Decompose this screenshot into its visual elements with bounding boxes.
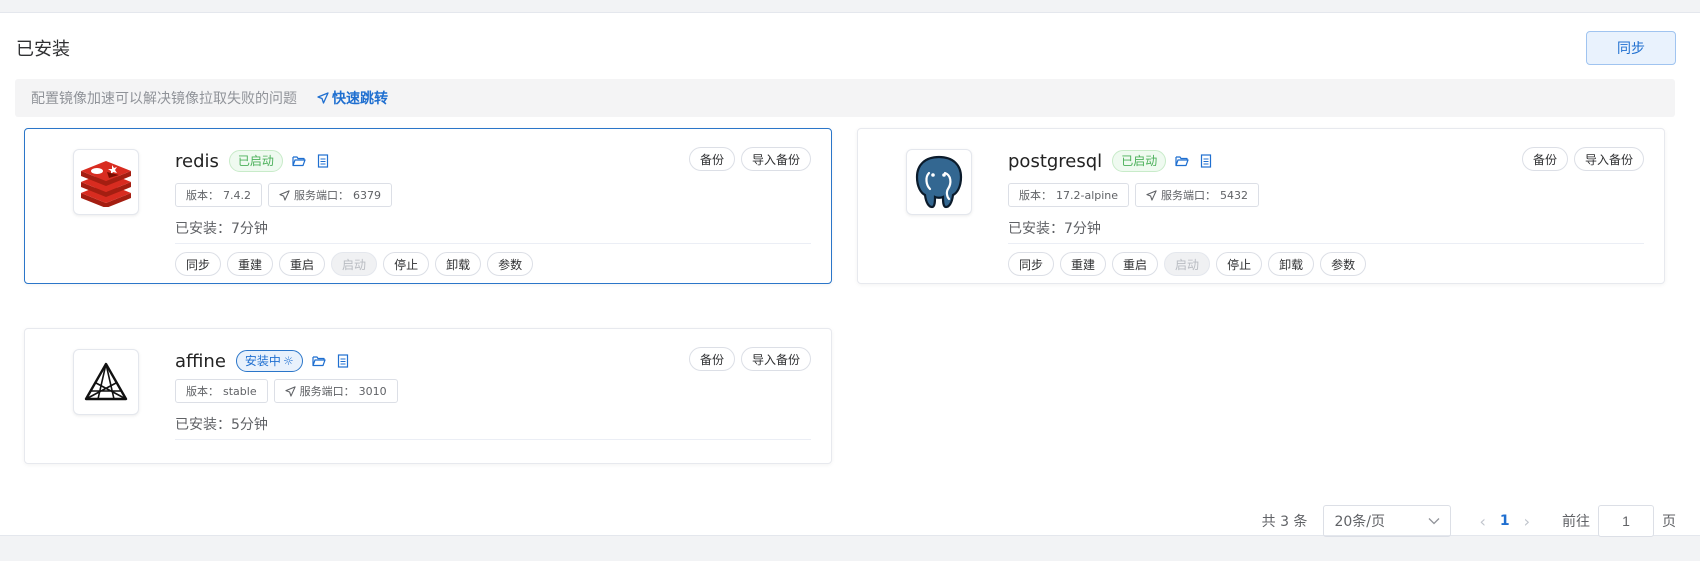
op-uninstall-button[interactable]: 卸载 — [435, 252, 482, 276]
status-badge: 已启动 — [1112, 150, 1167, 172]
op-params-button[interactable]: 参数 — [1320, 252, 1367, 276]
version-tag: 版本： stable — [175, 379, 268, 403]
status-badge: 已启动 — [228, 150, 283, 172]
page-size-value: 20条/页 — [1334, 514, 1385, 530]
notice-text: 配置镜像加速可以解决镜像拉取失败的问题 — [31, 91, 297, 107]
app-name: affine — [175, 350, 226, 372]
import-backup-button[interactable]: 导入备份 — [740, 147, 811, 171]
installed-label: 已安装： — [1008, 221, 1064, 237]
version-tag: 版本： 17.2-alpine — [1008, 183, 1130, 207]
send-arrow-icon — [279, 189, 290, 201]
prev-page-button[interactable]: ‹ — [1479, 512, 1485, 531]
divider — [1008, 243, 1644, 244]
op-rebuild-button[interactable]: 重建 — [227, 252, 274, 276]
app-name: redis — [175, 150, 219, 172]
op-restart-button[interactable]: 重启 — [279, 252, 326, 276]
op-start-button[interactable]: 启动 — [331, 252, 378, 276]
app-name: postgresql — [1008, 150, 1103, 172]
port-label: 服务端口： — [1161, 189, 1217, 202]
port-tag[interactable]: 服务端口： 6379 — [268, 183, 392, 207]
app-card-redis[interactable]: redis 已启动 备份 导入备份 版本： 7.4.2 服务端口： 6379 已… — [24, 128, 832, 284]
op-stop-button[interactable]: 停止 — [1216, 252, 1263, 276]
app-card-affine[interactable]: affine 安装中 ☼ 备份 导入备份 版本： stable 服务端口： 3010 — [24, 328, 832, 464]
op-sync-button[interactable]: 同步 — [1008, 252, 1055, 276]
op-sync-button[interactable]: 同步 — [175, 252, 222, 276]
installed-value: 7分钟 — [1064, 221, 1101, 237]
next-page-button[interactable]: › — [1524, 512, 1530, 531]
folder-open-icon[interactable] — [291, 153, 307, 169]
port-value: 5432 — [1220, 188, 1249, 202]
version-value: stable — [223, 384, 257, 398]
status-text: 安装中 — [244, 354, 281, 368]
version-label: 版本： — [186, 189, 219, 202]
folder-open-icon[interactable] — [311, 353, 327, 369]
port-label: 服务端口： — [299, 385, 355, 398]
op-rebuild-button[interactable]: 重建 — [1060, 252, 1107, 276]
port-value: 3010 — [358, 384, 387, 398]
send-arrow-icon — [1146, 189, 1157, 201]
page-number[interactable]: 1 — [1500, 513, 1510, 529]
version-value: 17.2-alpine — [1056, 188, 1119, 202]
folder-open-icon[interactable] — [1174, 153, 1190, 169]
installed-label: 已安装： — [175, 417, 231, 433]
version-label: 版本： — [1019, 189, 1052, 202]
app-card-postgresql[interactable]: postgresql 已启动 备份 导入备份 版本： 17.2-alpine 服务… — [857, 128, 1665, 284]
port-value: 6379 — [353, 188, 381, 202]
op-uninstall-button[interactable]: 卸载 — [1268, 252, 1315, 276]
port-label: 服务端口： — [294, 189, 349, 202]
installed-time: 已安装： 7分钟 — [175, 217, 811, 239]
installed-time: 已安装： 7分钟 — [1008, 217, 1644, 239]
quick-jump-link[interactable]: 快速跳转 — [317, 88, 388, 108]
op-params-button[interactable]: 参数 — [487, 252, 534, 276]
op-start-button[interactable]: 启动 — [1164, 252, 1211, 276]
goto-label: 前往 — [1562, 514, 1590, 530]
backup-button[interactable]: 备份 — [1521, 147, 1568, 171]
port-tag[interactable]: 服务端口： 3010 — [273, 379, 398, 403]
chevron-down-icon — [1428, 518, 1440, 525]
op-stop-button[interactable]: 停止 — [383, 252, 430, 276]
divider — [175, 439, 811, 440]
goto-page-input[interactable] — [1598, 505, 1654, 537]
divider — [175, 243, 811, 244]
total-count: 共 3 条 — [1261, 514, 1308, 530]
version-label: 版本： — [186, 385, 219, 398]
loading-spinner-icon: ☼ — [282, 354, 294, 368]
sync-button[interactable]: 同步 — [1586, 31, 1676, 65]
affine-logo-icon — [73, 349, 139, 415]
backup-button[interactable]: 备份 — [688, 347, 735, 371]
page-size-select[interactable]: 20条/页 — [1323, 505, 1452, 537]
version-value: 7.4.2 — [223, 188, 251, 202]
page-suffix: 页 — [1662, 514, 1676, 530]
installed-value: 5分钟 — [231, 417, 268, 433]
backup-button[interactable]: 备份 — [688, 147, 735, 171]
installed-panel: 已安装 同步 配置镜像加速可以解决镜像拉取失败的问题 快速跳转 redis 已启… — [0, 12, 1700, 537]
import-backup-button[interactable]: 导入备份 — [740, 347, 811, 371]
import-backup-button[interactable]: 导入备份 — [1573, 147, 1644, 171]
quick-jump-label: 快速跳转 — [332, 91, 388, 107]
document-icon[interactable] — [1198, 153, 1214, 169]
send-arrow-icon — [284, 385, 296, 397]
redis-logo-icon — [73, 149, 139, 215]
installed-value: 7分钟 — [231, 221, 268, 237]
page-title: 已安装 — [16, 39, 70, 60]
installed-time: 已安装： 5分钟 — [175, 413, 811, 435]
version-tag: 版本： 7.4.2 — [175, 183, 262, 207]
mirror-notice: 配置镜像加速可以解决镜像拉取失败的问题 快速跳转 — [15, 79, 1675, 117]
port-tag[interactable]: 服务端口： 5432 — [1135, 183, 1260, 207]
pagination: 共 3 条 20条/页 ‹ 1 › 前往 页 — [1262, 505, 1676, 537]
document-icon[interactable] — [315, 153, 331, 169]
installed-label: 已安装： — [175, 221, 231, 237]
send-arrow-icon — [317, 92, 329, 104]
status-badge: 安装中 ☼ — [235, 350, 303, 372]
document-icon[interactable] — [335, 353, 351, 369]
postgresql-elephant-icon — [906, 149, 972, 215]
op-restart-button[interactable]: 重启 — [1112, 252, 1159, 276]
